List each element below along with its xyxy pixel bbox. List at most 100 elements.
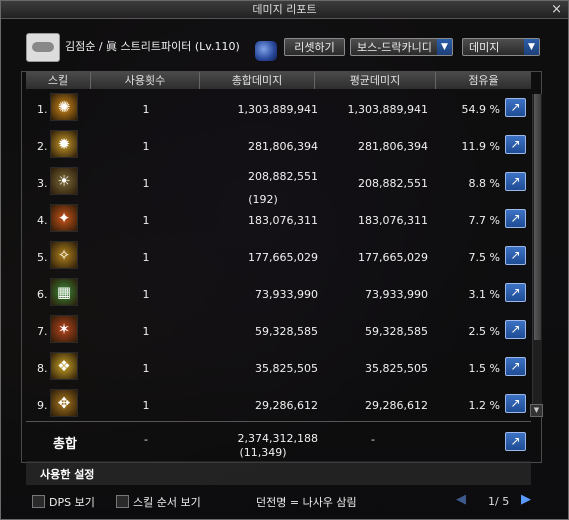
row-avg-damage: 208,882,551 (358, 177, 428, 190)
share-icon[interactable]: ↗ (505, 246, 526, 265)
dps-checkbox[interactable] (32, 495, 45, 508)
row-avg-damage: 177,665,029 (358, 251, 428, 264)
table-row: 1. ✺ 1 1,303,889,941 1,303,889,941 54.9 % ↗ (26, 90, 531, 127)
row-uses: 1 (142, 362, 150, 375)
col-share: 점유율 (468, 74, 499, 87)
character-name: 김점순 / 眞 스트리트파이터 (Lv.110) (65, 40, 240, 53)
dps-label[interactable]: DPS 보기 (49, 494, 95, 510)
skill-icon: ✶ (50, 315, 78, 343)
row-uses: 1 (142, 399, 150, 412)
row-rank: 6. (37, 288, 48, 301)
row-uses: 1 (142, 214, 150, 227)
skill-icon: ❖ (50, 352, 78, 380)
share-icon[interactable]: ↗ (505, 432, 526, 451)
row-share: 7.7 % (468, 214, 500, 227)
skill-icon: ✺ (50, 93, 78, 121)
row-uses: 1 (142, 140, 150, 153)
skill-icon: ✥ (50, 389, 78, 417)
used-settings-title: 사용한 설정 (40, 468, 95, 481)
table-row: 7. ✶ 1 59,328,585 59,328,585 2.5 % ↗ (26, 312, 531, 349)
skill-icon: ☀ (50, 167, 78, 195)
row-rank: 9. (37, 399, 48, 412)
share-icon[interactable]: ↗ (505, 135, 526, 154)
totals-damage: 2,374,312,188 (237, 432, 318, 445)
close-icon[interactable]: × (551, 1, 562, 18)
totals-uses: - (144, 433, 148, 446)
table-row: 2. ✹ 1 281,806,394 281,806,394 11.9 % ↗ (26, 127, 531, 164)
row-rank: 1. (37, 103, 48, 116)
row-rank: 8. (37, 362, 48, 375)
row-uses: 1 (142, 288, 150, 301)
skill-order-checkbox[interactable] (116, 495, 129, 508)
row-total-damage: 59,328,585 (255, 325, 318, 338)
row-total-damage: 73,933,990 (255, 288, 318, 301)
row-total-damage: 35,825,505 (255, 362, 318, 375)
table-scrollbar[interactable] (532, 94, 542, 416)
share-icon[interactable]: ↗ (505, 394, 526, 413)
totals-label: 총합 (53, 437, 77, 452)
damage-report-window: 데미지 리포트 × 김점순 / 眞 스트리트파이터 (Lv.110) 리셋하기 … (0, 0, 569, 520)
dungeon-name: 던전명 = 나사우 삼림 (256, 496, 357, 509)
page-indicator: 1/ 5 (488, 495, 510, 508)
totals-damage-sub: (11,349) (239, 446, 287, 459)
col-total: 총합데미지 (231, 74, 283, 87)
window-title: 데미지 리포트 (252, 3, 317, 16)
boss-select-value: 보스-드락카니디 (357, 41, 432, 54)
row-share: 2.5 % (468, 325, 500, 338)
skill-icon: ✦ (50, 204, 78, 232)
dropdown-arrow-icon: ▼ (437, 39, 452, 55)
row-uses: 1 (142, 103, 150, 116)
prev-page-icon[interactable]: ◀ (456, 492, 466, 507)
row-avg-damage: 29,286,612 (365, 399, 428, 412)
share-icon[interactable]: ↗ (505, 209, 526, 228)
col-avg: 평균데미지 (349, 74, 401, 87)
scroll-thumb[interactable] (534, 94, 541, 340)
table-row: 5. ✧ 1 177,665,029 177,665,029 7.5 % ↗ (26, 238, 531, 275)
row-share: 54.9 % (461, 103, 500, 116)
share-icon[interactable]: ↗ (505, 320, 526, 339)
table-row: 4. ✦ 1 183,076,311 183,076,311 7.7 % ↗ (26, 201, 531, 238)
col-skill: 스킬 (47, 74, 69, 87)
table-row: 8. ❖ 1 35,825,505 35,825,505 1.5 % ↗ (26, 349, 531, 386)
row-rank: 4. (37, 214, 48, 227)
character-avatar (26, 33, 60, 62)
row-rank: 2. (37, 140, 48, 153)
table-row: 3. ☀ 1 208,882,551 (192) 208,882,551 8.8 % ↗ (26, 164, 531, 206)
skill-icon: ✧ (50, 241, 78, 269)
row-total-damage: 281,806,394 (248, 140, 318, 153)
dropdown-arrow-icon: ▼ (524, 39, 539, 55)
row-total-damage: 1,303,889,941 (237, 103, 318, 116)
row-rank: 5. (37, 251, 48, 264)
boss-select[interactable]: 보스-드락카니디 ▼ (350, 38, 453, 56)
share-icon[interactable]: ↗ (505, 357, 526, 376)
row-total-damage: 29,286,612 (255, 399, 318, 412)
type-select[interactable]: 데미지 ▼ (462, 38, 540, 56)
row-total-damage: 177,665,029 (248, 251, 318, 264)
row-uses: 1 (142, 177, 150, 190)
row-total-damage: 183,076,311 (248, 214, 318, 227)
row-uses: 1 (142, 325, 150, 338)
share-icon[interactable]: ↗ (505, 98, 526, 117)
row-share: 3.1 % (468, 288, 500, 301)
row-avg-damage: 73,933,990 (365, 288, 428, 301)
window-titlebar[interactable]: 데미지 리포트 × (1, 1, 568, 19)
share-icon[interactable]: ↗ (505, 283, 526, 302)
row-share: 1.5 % (468, 362, 500, 375)
row-avg-damage: 1,303,889,941 (347, 103, 428, 116)
skill-order-label[interactable]: 스킬 순서 보기 (133, 494, 201, 510)
row-rank: 7. (37, 325, 48, 338)
row-share: 1.2 % (468, 399, 500, 412)
table-row: 9. ✥ 1 29,286,612 29,286,612 1.2 % ↗ (26, 386, 531, 423)
skill-icon: ▦ (50, 278, 78, 306)
used-settings-bar (26, 461, 531, 485)
row-avg-damage: 59,328,585 (365, 325, 428, 338)
scroll-down-icon[interactable]: ▼ (530, 404, 543, 417)
reset-button[interactable]: 리셋하기 (284, 38, 345, 56)
next-page-icon[interactable]: ▶ (521, 492, 531, 507)
row-avg-damage: 281,806,394 (358, 140, 428, 153)
share-icon[interactable]: ↗ (505, 172, 526, 191)
type-select-value: 데미지 (469, 41, 500, 54)
row-avg-damage: 35,825,505 (365, 362, 428, 375)
row-avg-damage: 183,076,311 (358, 214, 428, 227)
row-uses: 1 (142, 251, 150, 264)
